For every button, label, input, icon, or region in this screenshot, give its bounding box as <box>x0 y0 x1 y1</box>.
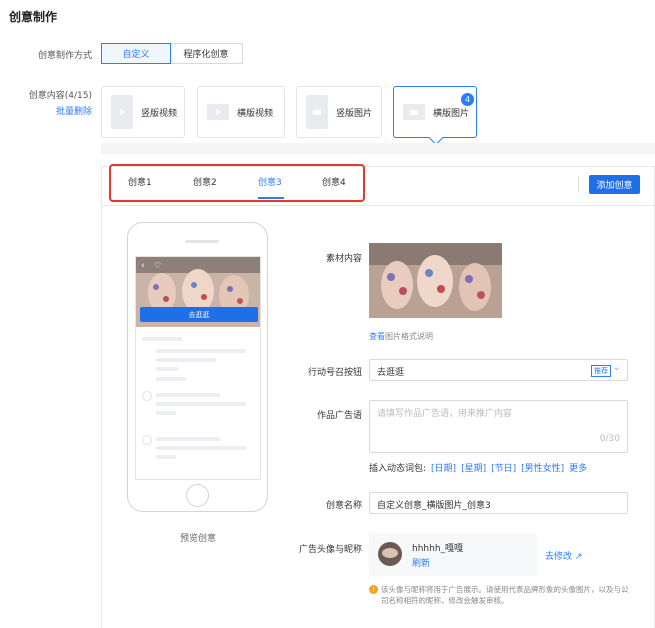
svg-text:‹: ‹ <box>141 261 145 271</box>
material-format-note: 查看图片格式说明 <box>369 332 433 341</box>
image-icon <box>306 95 328 129</box>
view-link[interactable]: 查看 <box>369 332 385 341</box>
image-icon <box>403 104 425 120</box>
cta-label: 行动号召按钮 <box>307 368 362 378</box>
method-segmented-control: 自定义 程序化创意 <box>101 43 243 64</box>
insert-date[interactable]: [日期] <box>431 461 456 474</box>
tabs-divider <box>101 205 655 206</box>
avatar-card: hhhhh_嘎嘎 刷新 <box>369 533 537 576</box>
content-type-label: 竖版图片 <box>336 108 373 119</box>
content-label: 创意内容(4/15) <box>28 91 92 101</box>
preview-caption: 预览创意 <box>180 534 217 544</box>
content-type-vertical-video[interactable]: 竖版视频 <box>101 86 185 138</box>
insert-word-row: 插入动态词包: [日期] [星期] [节日] [男性女性] 更多 <box>369 461 587 474</box>
external-link-icon: ↗ <box>574 552 583 562</box>
insert-holiday[interactable]: [节日] <box>491 461 516 474</box>
method-option-custom[interactable]: 自定义 <box>101 43 171 64</box>
cta-value: 去逛逛 <box>377 368 405 378</box>
phone-speaker <box>185 240 219 243</box>
svg-text:♡: ♡ <box>154 261 161 270</box>
recommend-tag: 推荐 <box>591 365 611 377</box>
content-type-label: 横版图片 <box>433 108 470 119</box>
ad-copy-label: 作品广告语 <box>316 411 362 421</box>
avatar-label: 广告头像与昵称 <box>298 545 362 555</box>
insert-more[interactable]: 更多 <box>569 461 587 474</box>
batch-delete-link[interactable]: 批量删除 <box>52 104 92 117</box>
nickname: hhhhh_嘎嘎 <box>412 544 464 554</box>
ad-copy-textarea[interactable]: 请填写作品广告语，用来推广内容 0/30 <box>369 400 628 453</box>
creative-name-value: 自定义创意_横版图片_创意3 <box>377 501 491 511</box>
method-label: 创意制作方式 <box>37 51 92 61</box>
divider-band <box>101 143 655 154</box>
content-type-horizontal-video[interactable]: 横版视频 <box>197 86 285 138</box>
section-title: 创意制作 <box>9 10 58 24</box>
ad-copy-counter: 0/30 <box>599 434 620 444</box>
warning-icon: ! <box>369 585 378 594</box>
tabs-highlight-box <box>109 164 365 202</box>
add-creative-button[interactable]: 添加创意 <box>589 175 640 194</box>
refresh-link[interactable]: 刷新 <box>412 556 430 569</box>
video-icon <box>207 104 229 120</box>
insert-label: 插入动态词包: <box>369 464 427 474</box>
name-label: 创意名称 <box>325 501 362 511</box>
content-count-badge: 4 <box>461 93 474 106</box>
chevron-down-icon: ⌄ <box>613 363 621 373</box>
phone-home-button <box>186 484 209 507</box>
cta-select[interactable]: 去逛逛 推荐 ⌄ <box>369 359 628 381</box>
creative-name-input[interactable]: 自定义创意_横版图片_创意3 <box>369 492 628 514</box>
content-type-label: 竖版视频 <box>141 108 178 119</box>
avatar-notice: 该头像与昵称将用于广告展示。请使用代表品牌形象的头像图片，以及与公司名称相符的昵… <box>381 585 629 605</box>
material-image[interactable] <box>369 243 502 318</box>
tab-separator <box>578 176 579 192</box>
video-icon <box>111 95 133 129</box>
phone-screen: ‹ ♡ 去逛逛 <box>135 256 261 480</box>
avatar <box>378 542 402 566</box>
material-label: 素材内容 <box>325 254 362 264</box>
content-type-vertical-image[interactable]: 竖版图片 <box>296 86 382 138</box>
ad-copy-placeholder: 请填写作品广告语，用来推广内容 <box>377 409 513 419</box>
insert-weekday[interactable]: [星期] <box>461 461 486 474</box>
method-option-programmatic[interactable]: 程序化创意 <box>170 44 242 63</box>
insert-gender[interactable]: [男性女性] <box>521 461 564 474</box>
content-type-label: 横版视频 <box>237 108 274 119</box>
edit-avatar-link[interactable]: 去修改 ↗ <box>545 549 582 562</box>
preview-cta-button: 去逛逛 <box>140 307 258 322</box>
